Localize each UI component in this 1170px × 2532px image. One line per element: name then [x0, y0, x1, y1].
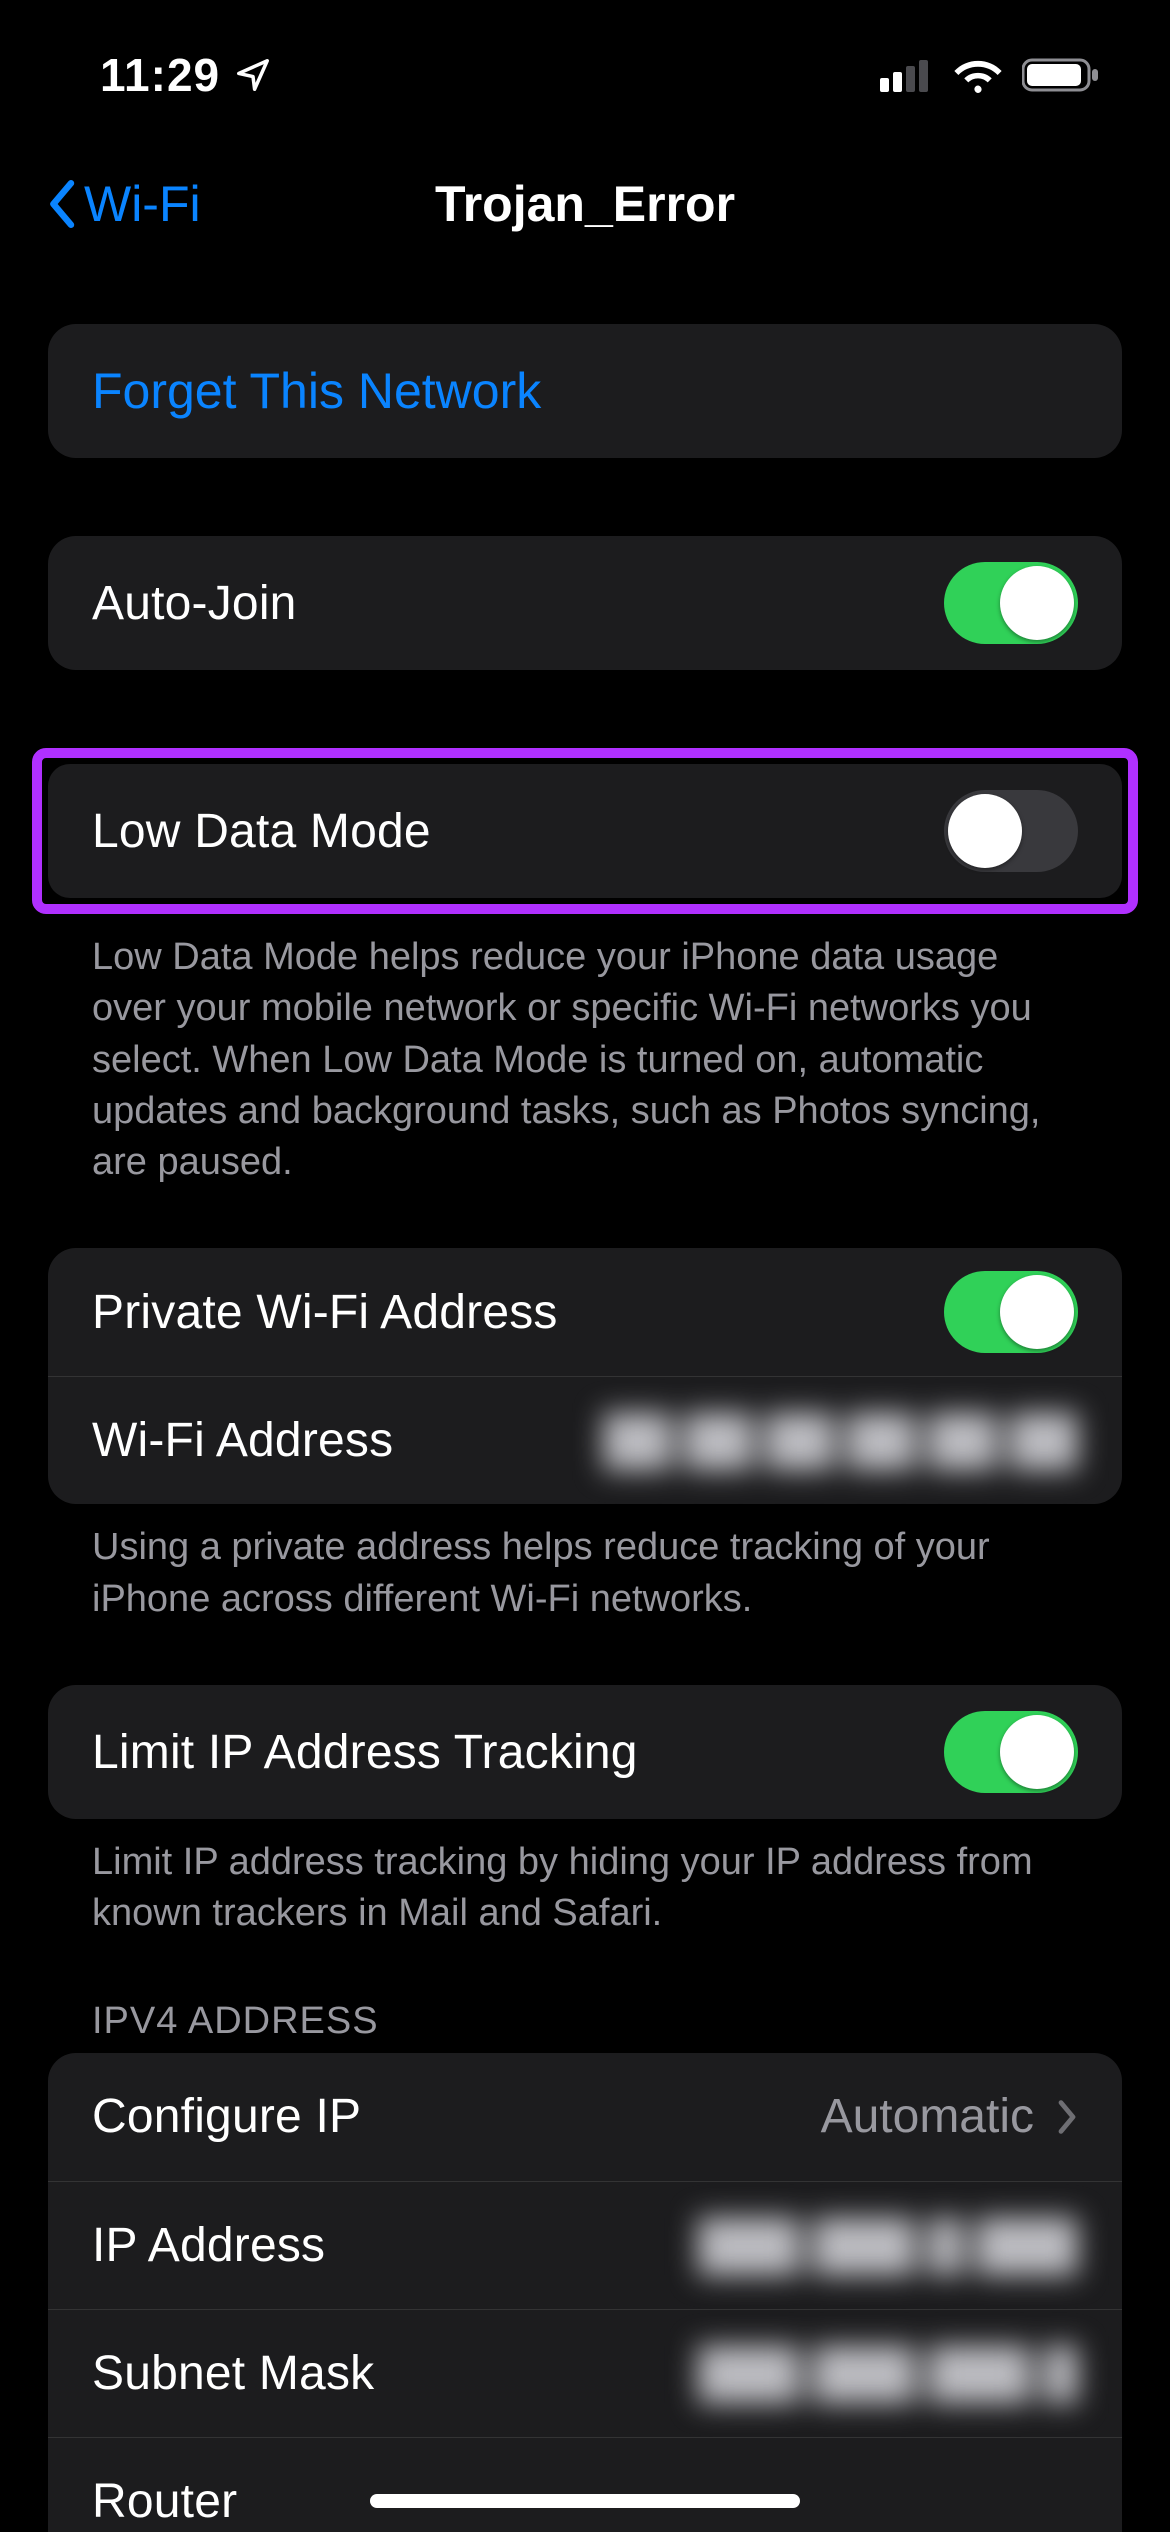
- group-ipv4: Configure IP Automatic IP Address ███.██…: [48, 2053, 1122, 2532]
- low-data-mode-row[interactable]: Low Data Mode: [48, 764, 1122, 898]
- configure-ip-label: Configure IP: [92, 2089, 361, 2144]
- wifi-detail-screen: 11:29: [0, 0, 1170, 2532]
- status-bar: 11:29: [48, 0, 1122, 150]
- nav-bar: Wi-Fi Trojan_Error: [48, 154, 1122, 254]
- forget-network-label: Forget This Network: [92, 362, 541, 420]
- private-wifi-toggle[interactable]: [944, 1271, 1078, 1353]
- auto-join-row[interactable]: Auto-Join: [48, 536, 1122, 670]
- wifi-icon: [952, 56, 1004, 94]
- router-label: Router: [92, 2474, 237, 2529]
- ip-address-value: ███.███.█.███: [698, 2218, 1078, 2273]
- subnet-mask-label: Subnet Mask: [92, 2346, 374, 2401]
- group-private-address: Private Wi-Fi Address Wi-Fi Address ██:█…: [48, 1248, 1122, 1504]
- status-left: 11:29: [60, 48, 272, 102]
- page-title: Trojan_Error: [435, 175, 735, 233]
- subnet-mask-value: ███.███.███.█: [698, 2346, 1078, 2401]
- wifi-address-label: Wi-Fi Address: [92, 1413, 393, 1468]
- private-address-footer: Using a private address helps reduce tra…: [48, 1504, 1122, 1625]
- configure-ip-row[interactable]: Configure IP Automatic: [48, 2053, 1122, 2181]
- private-wifi-label: Private Wi-Fi Address: [92, 1285, 558, 1340]
- wifi-address-value: ██:██:██:██:██:██: [603, 1413, 1078, 1468]
- home-indicator[interactable]: [370, 2494, 800, 2508]
- highlight-frame: Low Data Mode: [32, 748, 1138, 914]
- back-label: Wi-Fi: [84, 175, 201, 233]
- auto-join-toggle[interactable]: [944, 562, 1078, 644]
- limit-ip-label: Limit IP Address Tracking: [92, 1725, 638, 1780]
- configure-ip-value: Automatic: [821, 2089, 1034, 2144]
- status-right: [880, 56, 1110, 94]
- status-time: 11:29: [100, 48, 220, 102]
- low-data-footer: Low Data Mode helps reduce your iPhone d…: [48, 914, 1122, 1188]
- group-forget: Forget This Network: [48, 324, 1122, 458]
- content: Forget This Network Auto-Join Low Data M…: [48, 254, 1122, 2532]
- ipv4-header: IPV4 ADDRESS: [48, 2000, 1122, 2053]
- router-row: Router: [48, 2437, 1122, 2532]
- cellular-signal-icon: [880, 58, 934, 92]
- low-data-mode-label: Low Data Mode: [92, 804, 431, 859]
- subnet-mask-row: Subnet Mask ███.███.███.█: [48, 2309, 1122, 2437]
- chevron-right-icon: [1056, 2099, 1078, 2135]
- back-button[interactable]: Wi-Fi: [48, 175, 201, 233]
- group-limit-ip: Limit IP Address Tracking: [48, 1685, 1122, 1819]
- group-auto-join: Auto-Join: [48, 536, 1122, 670]
- wifi-address-row: Wi-Fi Address ██:██:██:██:██:██: [48, 1376, 1122, 1504]
- private-wifi-row[interactable]: Private Wi-Fi Address: [48, 1248, 1122, 1376]
- limit-ip-row[interactable]: Limit IP Address Tracking: [48, 1685, 1122, 1819]
- battery-icon: [1022, 57, 1100, 93]
- auto-join-label: Auto-Join: [92, 576, 297, 631]
- forget-network-button[interactable]: Forget This Network: [48, 324, 1122, 458]
- group-low-data: Low Data Mode: [48, 764, 1122, 898]
- chevron-left-icon: [48, 180, 78, 228]
- limit-ip-footer: Limit IP address tracking by hiding your…: [48, 1819, 1122, 1940]
- ip-address-label: IP Address: [92, 2218, 325, 2273]
- ip-address-row: IP Address ███.███.█.███: [48, 2181, 1122, 2309]
- location-arrow-icon: [234, 56, 272, 94]
- limit-ip-toggle[interactable]: [944, 1711, 1078, 1793]
- low-data-mode-toggle[interactable]: [944, 790, 1078, 872]
